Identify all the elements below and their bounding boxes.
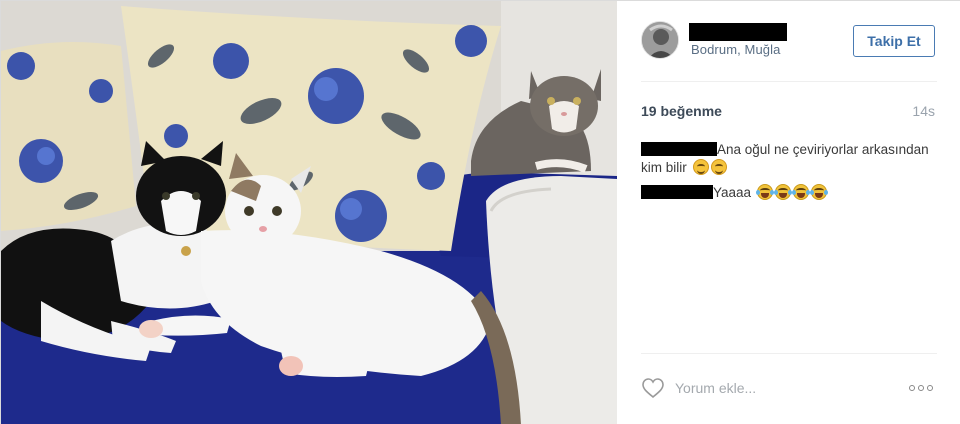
smile-emoji-icon xyxy=(692,159,709,175)
dot xyxy=(918,385,924,391)
follow-button[interactable]: Takip Et xyxy=(853,25,935,57)
dot xyxy=(909,385,915,391)
username-redacted[interactable] xyxy=(689,23,787,41)
avatar-image xyxy=(642,22,678,58)
header-divider xyxy=(641,81,937,82)
post-side-panel: Bodrum, Muğla Takip Et 19 beğenme 14s An… xyxy=(617,1,960,424)
dot xyxy=(927,385,933,391)
laugh-tears-emoji-icon xyxy=(773,184,792,200)
more-options-icon[interactable] xyxy=(909,381,937,395)
smile-emoji-icon xyxy=(710,159,727,175)
post-photo[interactable] xyxy=(1,1,617,424)
post-location[interactable]: Bodrum, Muğla xyxy=(691,42,780,57)
laugh-tears-emoji-icon xyxy=(791,184,810,200)
instagram-post: Bodrum, Muğla Takip Et 19 beğenme 14s An… xyxy=(0,0,960,424)
comment-item: Yaaaa xyxy=(641,184,941,202)
comments-divider xyxy=(641,353,937,354)
post-time[interactable]: 14s xyxy=(912,103,935,119)
laugh-tears-emoji-icon xyxy=(755,184,774,200)
comment-text: Yaaaa xyxy=(713,185,752,200)
commenter-username-redacted[interactable] xyxy=(641,185,713,199)
comment-input[interactable] xyxy=(675,377,895,399)
laugh-tears-emoji-icon xyxy=(809,184,828,200)
comment-item: Ana oğul ne çeviriyorlar arkasından kim … xyxy=(641,141,941,177)
commenter-username-redacted[interactable] xyxy=(641,142,717,156)
post-header: Bodrum, Muğla Takip Et xyxy=(617,1,960,81)
heart-outline-icon[interactable] xyxy=(641,377,665,399)
user-avatar[interactable] xyxy=(641,21,679,59)
likes-count[interactable]: 19 beğenme xyxy=(641,103,722,119)
photo-cats-on-sofa xyxy=(1,1,617,424)
